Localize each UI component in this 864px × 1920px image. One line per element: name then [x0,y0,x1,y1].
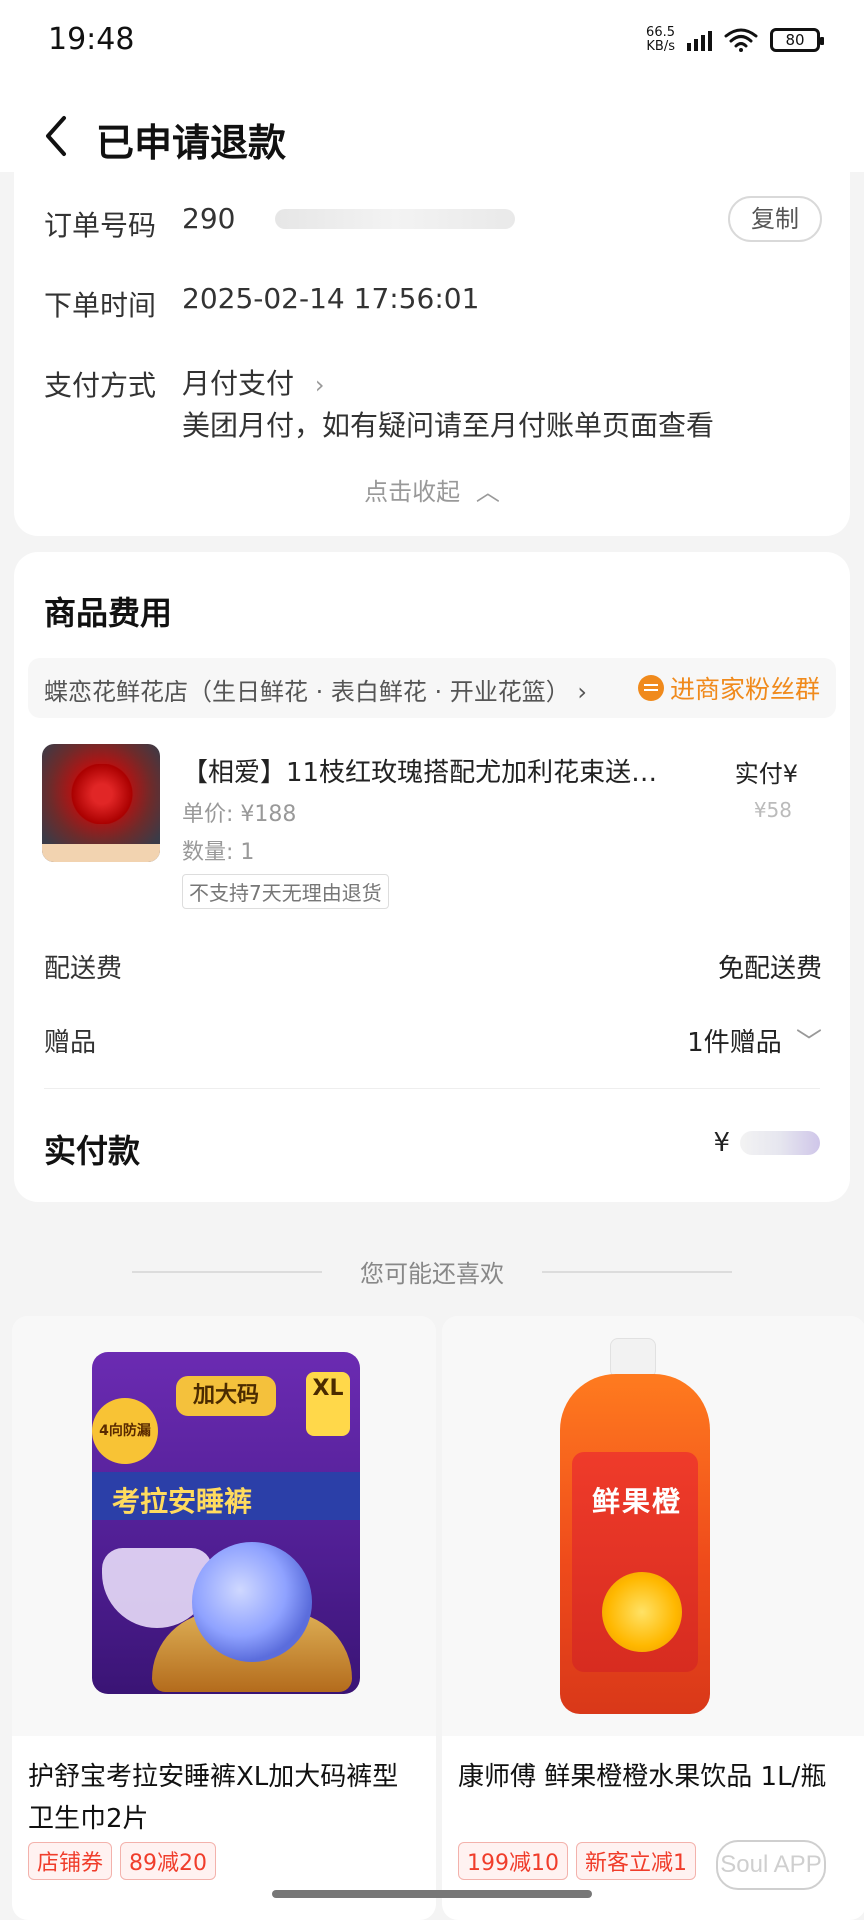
goods-fee-card: 商品费用 蝶恋花鲜花店（生日鲜花 · 表白鲜花 · 开业花篮） › 进商家粉丝群… [14,552,850,1202]
shop-name: 蝶恋花鲜花店（生日鲜花 · 表白鲜花 · 开业花篮） › [44,678,588,706]
page-title: 已申请退款 [96,121,287,165]
pkg-size-tag: 加大码 [176,1376,276,1416]
collapse-label: 点击收起 [364,478,461,506]
bottle-label-text: 鲜果橙 [592,1485,683,1518]
order-no-label: 订单号码 [44,209,157,242]
no-return-badge: 不支持7天无理由退货 [182,874,389,909]
gift-label: 赠品 [44,1028,97,1058]
recommend-item-name: 护舒宝考拉安睡裤XL加大码裤型卫生巾2片 [28,1762,399,1834]
pay-note: 美团月付，如有疑问请至月付账单页面查看 [182,409,715,442]
pkg-xl-badge: XL [306,1372,350,1436]
product-price-right: ¥58 [753,798,792,822]
recommend-item-tags: 199减10 新客立减1 [458,1842,696,1880]
order-no-value: 290 [182,202,516,235]
pkg-band-text: 考拉安睡裤 [112,1485,253,1518]
product-paid: 实付¥ [734,760,798,788]
product-quantity: 数量: 1 [182,840,255,865]
divider-line [132,1270,322,1273]
net-speed-unit: KB/s [646,39,675,54]
order-info-card: 订单号码 290 复制 下单时间 2025-02-14 17:56:01 支付方… [14,172,850,536]
chevron-right-icon: › [314,371,325,399]
pay-method-value[interactable]: 月付支付 › [182,362,325,402]
fans-group-label: 进商家粉丝群 [669,675,820,704]
pay-method-label: 支付方式 [44,369,157,402]
product-unit-price: 单价: ¥188 [182,802,297,827]
top-bar: 19:48 66.5 KB/s 80 已申请退款 [0,0,864,172]
discount-tag: 199减10 [458,1842,568,1880]
chat-icon [637,675,664,701]
order-time-value: 2025-02-14 17:56:01 [182,282,480,315]
currency-symbol: ¥ [713,1128,730,1158]
product-name[interactable]: 【相爱】11枝红玫瑰搭配尤加利花束送… [182,752,692,789]
signal-icon [687,29,712,51]
net-speed-value: 66.5 [646,25,675,40]
total-paid-value: ¥ [713,1128,820,1158]
gift-value[interactable]: 1件赠品 ﹀ [687,1022,822,1059]
divider [44,1088,820,1089]
new-user-tag: 新客立减1 [576,1842,696,1880]
order-time-label: 下单时间 [44,289,157,322]
orange-graphic [602,1572,682,1652]
recommend-item-image: 加大码 XL 4向防漏 考拉安睡裤 [12,1316,436,1736]
discount-tag: 89减20 [120,1842,217,1880]
recommend-item[interactable]: 鲜果橙 康师傅 鲜果橙橙水果饮品 1L/瓶 199减10 新客立减1 [442,1316,864,1920]
collapse-toggle[interactable]: 点击收起 ︿ [14,472,850,507]
wifi-icon [724,28,758,52]
recommend-header: 您可能还喜欢 [0,1254,864,1289]
status-time: 19:48 [48,22,135,57]
juice-bottle-image: 鲜果橙 [560,1374,710,1714]
chevron-down-icon: ﹀ [795,1028,822,1058]
delivery-fee-value: 免配送费 [717,954,822,984]
chevron-up-icon: ︿ [475,478,500,506]
pay-method-text: 月付支付 [182,367,295,400]
order-no-text: 290 [182,202,236,235]
recommend-item[interactable]: 加大码 XL 4向防漏 考拉安睡裤 护舒宝考拉安睡裤XL加大码裤型卫生巾2片 店… [12,1316,436,1920]
pkg-band: 考拉安睡裤 [92,1472,360,1520]
back-icon[interactable] [38,112,78,160]
fans-group-button[interactable]: 进商家粉丝群 [637,670,820,706]
pkg-koala-graphic [192,1542,312,1662]
battery-icon: 80 [770,28,824,52]
gift-count: 1件赠品 [687,1028,782,1058]
recommend-item-image: 鲜果橙 [442,1316,864,1736]
recommend-item-tags: 店铺券 89减20 [28,1842,217,1880]
goods-title: 商品费用 [44,594,173,632]
status-indicators: 66.5 KB/s 80 [646,26,824,54]
pad-package-image: 加大码 XL 4向防漏 考拉安睡裤 [92,1352,360,1694]
bottle-cap-graphic [610,1338,656,1378]
product-image[interactable] [42,744,160,862]
total-mask [740,1131,820,1155]
recommend-title: 您可能还喜欢 [360,1260,504,1288]
home-indicator[interactable] [272,1890,592,1898]
order-no-mask [275,208,516,229]
bottle-label: 鲜果橙 [572,1452,698,1672]
delivery-fee-label: 配送费 [44,954,123,984]
coupon-tag: 店铺券 [28,1842,113,1880]
copy-button[interactable]: 复制 [728,196,822,242]
soul-watermark: Soul APP [716,1840,826,1890]
divider-line [542,1270,732,1273]
net-speed: 66.5 KB/s [646,26,675,54]
recommend-item-name: 康师傅 鲜果橙橙水果饮品 1L/瓶 [458,1762,827,1792]
shop-bar[interactable]: 蝶恋花鲜花店（生日鲜花 · 表白鲜花 · 开业花篮） › 进商家粉丝群 [28,658,836,718]
chevron-right-icon: › [577,678,588,706]
pkg-leak-badge: 4向防漏 [92,1398,158,1464]
total-paid-label: 实付款 [44,1132,141,1170]
